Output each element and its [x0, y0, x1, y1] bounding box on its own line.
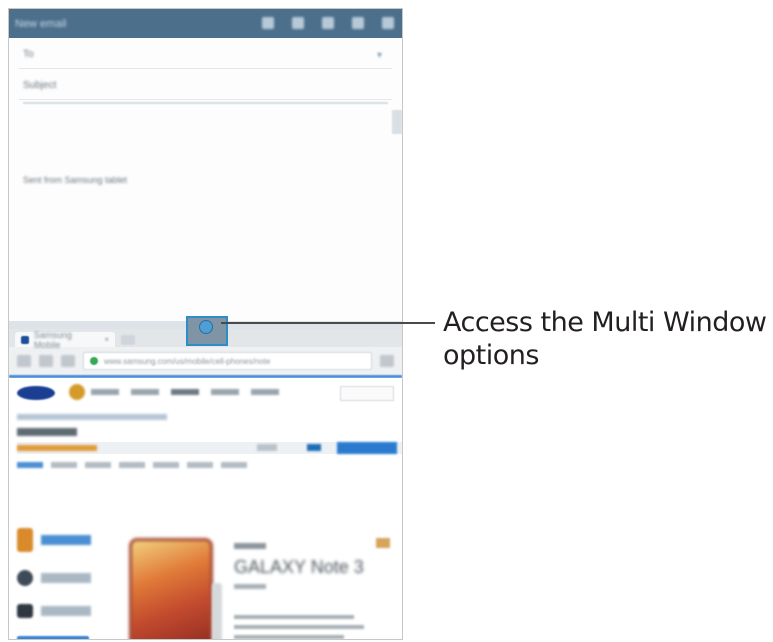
site-nav-link[interactable]: [171, 389, 199, 395]
subnav-tab[interactable]: [153, 462, 179, 468]
samsung-logo[interactable]: [17, 386, 55, 400]
to-field[interactable]: To ▾: [19, 38, 392, 69]
home-icon[interactable]: [61, 355, 75, 367]
site-search-input[interactable]: [340, 386, 394, 401]
product-image-side: [212, 583, 222, 639]
multi-window-handle[interactable]: [186, 316, 228, 346]
discard-icon[interactable]: [292, 17, 304, 29]
page-title: [17, 428, 77, 436]
product-brand: [234, 543, 266, 549]
learn-more-button[interactable]: [17, 636, 89, 639]
subnav-tab[interactable]: [119, 462, 145, 468]
feature-item[interactable]: [17, 604, 107, 618]
site-nav-link[interactable]: [131, 389, 159, 395]
email-composer-window: New email To ▾ Subject Sent from Samsung…: [9, 9, 402, 324]
browser-window: Samsung Mobile × www.samsung.com/us/mobi…: [9, 329, 402, 639]
multi-window-handle-icon[interactable]: [199, 320, 213, 334]
product-details: GALAXY Note 3: [234, 543, 394, 639]
site-nav-link[interactable]: [91, 389, 119, 395]
close-icon[interactable]: ×: [104, 335, 109, 344]
promo-icon[interactable]: [69, 384, 85, 400]
subject-label: Subject: [23, 80, 57, 91]
web-page-content: GALAXY Note 3: [9, 378, 402, 639]
promo-link[interactable]: [307, 444, 321, 451]
feature-list: [17, 528, 107, 639]
site-icon: [90, 357, 98, 365]
formatting-toolbar[interactable]: [23, 102, 388, 104]
subject-field[interactable]: Subject: [19, 69, 392, 100]
buy-button[interactable]: [337, 442, 397, 454]
back-icon[interactable]: [17, 355, 31, 367]
site-header: [9, 378, 402, 408]
promo-link[interactable]: [17, 445, 97, 451]
forward-icon[interactable]: [39, 355, 53, 367]
url-bar[interactable]: www.samsung.com/us/mobile/cell-phones/no…: [83, 352, 372, 370]
tab-title: Samsung Mobile: [33, 329, 72, 350]
attach-icon[interactable]: [262, 17, 274, 29]
breadcrumb[interactable]: [17, 414, 167, 420]
send-icon[interactable]: [352, 17, 364, 29]
feature-icon: [17, 570, 33, 586]
subnav-tab[interactable]: [51, 462, 77, 468]
callout-text: Access the Multi Window options: [443, 307, 767, 371]
promo-bar: [17, 442, 402, 454]
site-nav-link[interactable]: [251, 389, 279, 395]
feature-item[interactable]: [17, 570, 107, 586]
feature-text: [41, 573, 91, 583]
menu-icon[interactable]: [380, 355, 394, 367]
subnav-tab[interactable]: [17, 462, 43, 468]
product-image: [129, 538, 213, 639]
new-tab-button[interactable]: [121, 335, 135, 345]
promo-link[interactable]: [257, 444, 277, 451]
share-icon[interactable]: [376, 538, 390, 548]
side-panel-tab[interactable]: [392, 110, 402, 134]
browser-tab[interactable]: Samsung Mobile ×: [15, 329, 115, 350]
feature-icon: [17, 528, 33, 552]
product-title: GALAXY Note 3: [234, 557, 364, 577]
feature-text: [41, 606, 91, 616]
subnav-tab[interactable]: [85, 462, 111, 468]
tablet-screen: New email To ▾ Subject Sent from Samsung…: [8, 8, 403, 640]
browser-nav-bar: www.samsung.com/us/mobile/cell-phones/no…: [9, 347, 402, 375]
subnav-tab[interactable]: [221, 462, 247, 468]
feature-text: [41, 535, 91, 545]
to-label: To: [23, 49, 34, 60]
more-options-icon[interactable]: [382, 17, 394, 29]
feature-icon: [17, 604, 33, 618]
product-subnav: [17, 462, 247, 468]
product-description: [234, 615, 394, 639]
favicon-icon: [21, 335, 29, 344]
callout-line: [221, 322, 435, 324]
email-toolbar-title: New email: [15, 17, 67, 30]
email-toolbar: New email: [9, 9, 402, 38]
product-subtitle: [234, 584, 266, 589]
save-icon[interactable]: [322, 17, 334, 29]
url-text: www.samsung.com/us/mobile/cell-phones/no…: [104, 356, 271, 366]
chevron-down-icon[interactable]: ▾: [377, 50, 386, 61]
site-nav-link[interactable]: [211, 389, 239, 395]
email-toolbar-actions: [262, 17, 394, 29]
email-signature: Sent from Samsung tablet: [23, 175, 128, 185]
subnav-tab[interactable]: [187, 462, 213, 468]
feature-item[interactable]: [17, 528, 107, 552]
site-nav: [91, 389, 279, 395]
